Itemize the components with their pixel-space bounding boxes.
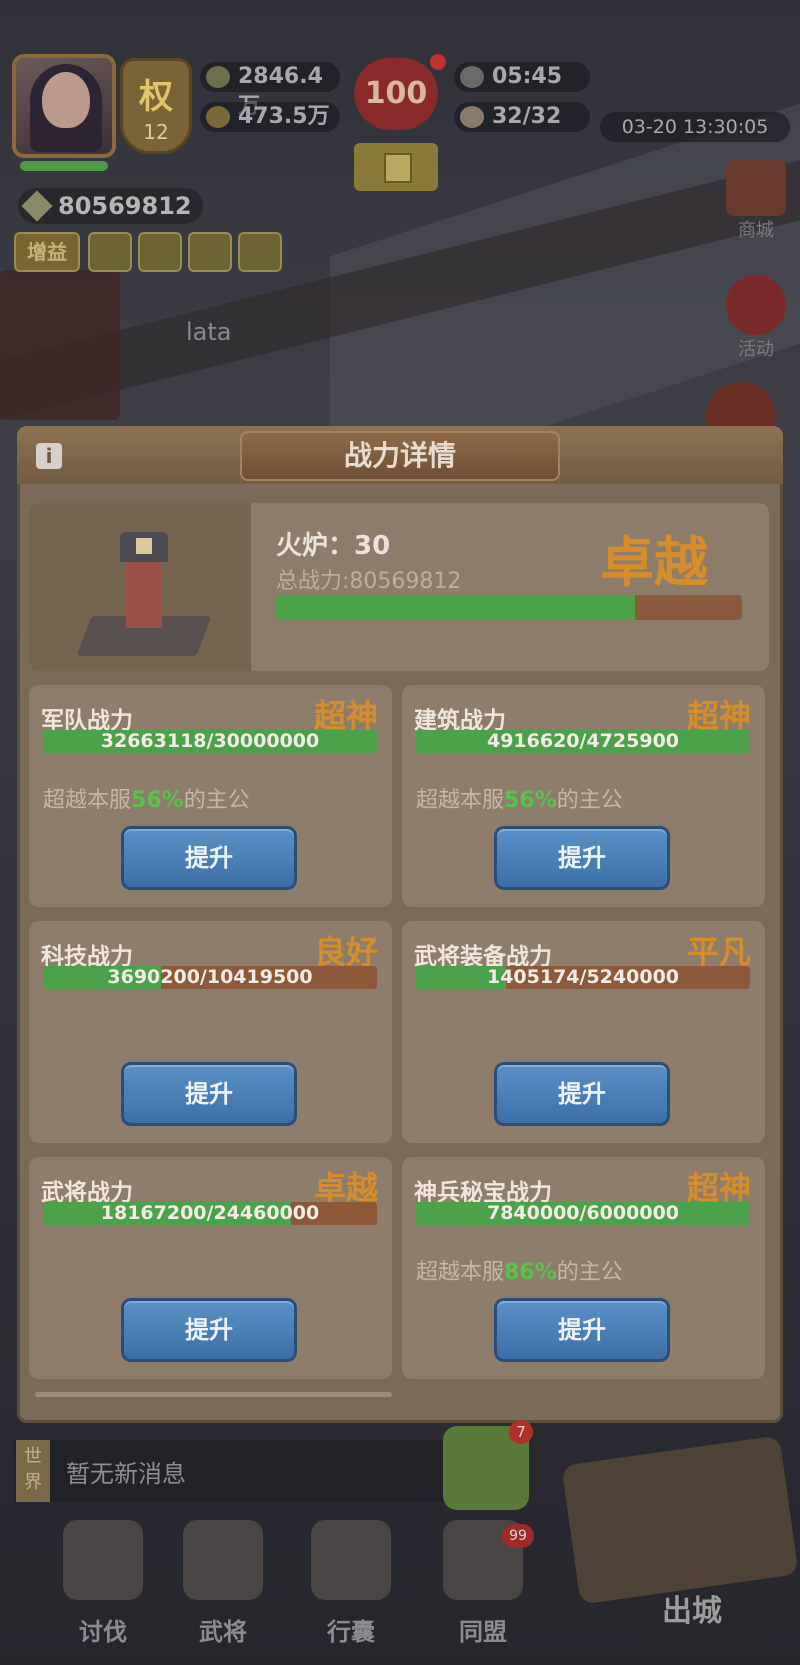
card-rank-text: 超越本服86%的主公 (416, 1260, 623, 1285)
panel-title: 战力详情 (343, 439, 456, 472)
player-health-bar (20, 161, 108, 171)
help-count-badge: 7 (509, 1420, 533, 1444)
card-progress-bar: 1405174/5240000 (416, 966, 750, 989)
coin-icon (206, 66, 230, 88)
power-chip[interactable]: 80569812 (18, 188, 203, 224)
card-progress-bar: 4916620/4725900 (416, 730, 750, 753)
buff-icon-4[interactable] (238, 232, 282, 272)
card-progress-bar: 32663118/30000000 (43, 730, 377, 753)
power-card: 建筑战力 超神 4916620/4725900 超越本服56%的主公 提升 (402, 685, 765, 907)
card-progress-bar: 7840000/6000000 (416, 1202, 750, 1225)
overall-grade: 卓越 (600, 531, 708, 594)
buff-button[interactable]: 增益 (14, 232, 80, 272)
resource-food[interactable]: 473.5万 (200, 102, 340, 132)
power-card: 武将装备战力 平凡 1405174/5240000 提升 (402, 921, 765, 1143)
power-card: 武将战力 卓越 18167200/24460000 提升 (29, 1157, 392, 1379)
gift-icon (384, 153, 412, 183)
buff-icon-1[interactable] (88, 232, 132, 272)
power-icon (21, 190, 53, 222)
rank-badge[interactable]: 权 12 (120, 58, 192, 154)
card-progress-text: 1405174/5240000 (486, 966, 680, 988)
stamina-heart[interactable]: 100 (348, 54, 446, 138)
upgrade-button[interactable]: 提升 (494, 1062, 670, 1126)
power-card: 科技战力 良好 3690200/10419500 提升 (29, 921, 392, 1143)
furnace-level: 火炉：30 (276, 531, 391, 561)
chat-channel-tag[interactable]: 世界 (16, 1440, 50, 1502)
player-avatar[interactable] (12, 54, 116, 158)
upgrade-button[interactable]: 提升 (494, 826, 670, 890)
event-button[interactable]: 活动 (722, 275, 790, 365)
crossed-swords-icon (63, 1520, 143, 1600)
exit-city-button[interactable]: 出城 (662, 1586, 722, 1630)
alliance-help-button[interactable]: 7 (443, 1420, 533, 1510)
notification-dot (430, 54, 446, 70)
grain-icon (206, 106, 230, 128)
card-progress-text: 7840000/6000000 (486, 1202, 680, 1224)
card-progress-bar: 3690200/10419500 (43, 966, 377, 989)
shop-button[interactable]: 商城 (722, 160, 790, 241)
player-name-label: lata (186, 318, 232, 346)
helmet-icon (183, 1520, 263, 1600)
drum-icon (726, 275, 786, 335)
card-progress-text: 4916620/4725900 (486, 730, 680, 752)
nav-crusade[interactable]: 讨伐 (48, 1520, 158, 1650)
hammer-icon (460, 66, 484, 88)
upgrade-button[interactable]: 提升 (121, 1298, 297, 1362)
bag-icon (311, 1520, 391, 1600)
buff-icon-2[interactable] (138, 232, 182, 272)
card-progress-text: 18167200/24460000 (100, 1202, 320, 1224)
alliance-badge: 99 (502, 1524, 534, 1548)
rank-level: 12 (143, 120, 169, 144)
card-progress-bar: 18167200/24460000 (43, 1202, 377, 1225)
upgrade-button[interactable]: 提升 (121, 826, 297, 890)
resource-silver[interactable]: 2846.4万 (200, 62, 340, 119)
card-progress-text: 32663118/30000000 (100, 730, 320, 752)
nav-bag[interactable]: 行囊 (296, 1520, 406, 1650)
gift-button[interactable] (354, 143, 438, 191)
card-progress-text: 3690200/10419500 (107, 966, 313, 988)
heart-icon: 100 (354, 58, 438, 130)
card-rank-text: 超越本服56%的主公 (416, 788, 623, 813)
shop-icon (726, 160, 786, 216)
buff-icon-3[interactable] (188, 232, 232, 272)
upgrade-button[interactable]: 提升 (121, 1062, 297, 1126)
soldier-icon (460, 106, 484, 128)
server-datetime: 03-20 13:30:05 (600, 112, 790, 142)
nav-generals[interactable]: 武将 (168, 1520, 278, 1650)
card-rank-text: 超越本服56%的主公 (43, 788, 250, 813)
avatar-face (42, 72, 90, 128)
power-card: 军队战力 超神 32663118/30000000 超越本服56%的主公 提升 (29, 685, 392, 907)
info-icon[interactable]: i (36, 443, 62, 469)
power-card: 神兵秘宝战力 超神 7840000/6000000 超越本服86%的主公 提升 (402, 1157, 765, 1379)
chat-message: 暂无新消息 (66, 1460, 186, 1488)
overall-progress-bar (276, 595, 742, 620)
timer-chip[interactable]: 05:45 (454, 62, 590, 92)
troop-count-chip[interactable]: 32/32 (454, 102, 590, 132)
upgrade-button[interactable]: 提升 (494, 1298, 670, 1362)
panel-scrollbar[interactable] (35, 1392, 392, 1397)
rank-char: 权 (139, 77, 173, 117)
total-power: 总战力:80569812 (276, 569, 462, 594)
furnace-tower-image (76, 516, 212, 661)
